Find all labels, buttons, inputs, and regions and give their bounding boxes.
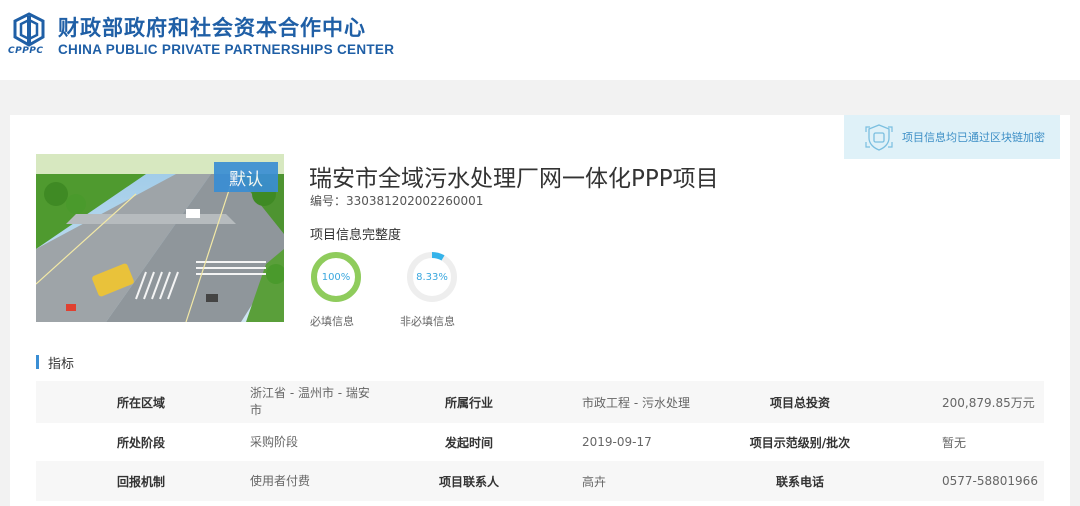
default-image-badge: 默认 [214,162,278,192]
table-value: 高卉 [582,474,607,489]
table-value: 采购阶段 [250,434,299,449]
required-completeness-caption: 必填信息 [310,315,354,328]
optional-completeness-value: 8.33% [416,271,448,283]
required-completeness-value: 100% [321,271,351,283]
indicators-table: 所在区域 浙江省 - 温州市 - 瑞安市 所属行业 市政工程 - 污水处理 项目… [36,381,1044,501]
table-value: 2019-09-17 [582,435,652,449]
table-value: 市政工程 - 污水处理 [582,395,690,410]
blockchain-banner-text: 项目信息均已通过区块链加密 [902,131,1045,144]
section-accent-bar [36,355,39,369]
table-label: 所属行业 [444,395,493,410]
table-row: 回报机制 使用者付费 项目联系人 高卉 联系电话 0577-58801966 [36,461,1044,501]
table-label: 项目示范级别/批次 [749,435,851,450]
table-row: 所在区域 浙江省 - 温州市 - 瑞安市 所属行业 市政工程 - 污水处理 项目… [36,381,1044,423]
project-code: 编号：330381202002260001 [310,194,484,208]
table-label: 联系电话 [775,474,824,489]
logo-abbreviation: CPPPC [8,46,44,56]
project-detail-card: 项目信息均已通过区块链加密 默认 瑞安市全域污水处理厂网一体化PPP项目 编号：… [10,115,1070,506]
project-title: 瑞安市全域污水处理厂网一体化PPP项目 [309,166,719,192]
table-value: 使用者付费 [250,473,311,488]
org-name-en[interactable]: CHINA PUBLIC PRIVATE PARTNERSHIPS CENTER [58,42,394,57]
blockchain-encryption-banner: 项目信息均已通过区块链加密 [844,115,1060,159]
org-name-cn[interactable]: 财政部政府和社会资本合作中心 [58,12,366,42]
site-header: CPPPC 财政部政府和社会资本合作中心 CHINA PUBLIC PRIVAT… [0,0,1080,80]
table-label: 项目联系人 [438,474,499,489]
table-value: 暂无 [942,435,967,450]
table-label: 项目总投资 [769,395,830,410]
indicators-title-text: 指标 [48,356,75,372]
table-label: 回报机制 [116,474,165,489]
optional-completeness-ring: 8.33% [405,250,459,304]
table-label: 所在区域 [116,395,165,410]
table-value: 200,879.85万元 [942,395,1035,410]
required-completeness-ring: 100% [309,250,363,304]
indicators-section-title: 指标 [36,354,75,372]
table-label: 发起时间 [444,435,493,450]
table-row: 所处阶段 采购阶段 发起时间 2019-09-17 项目示范级别/批次 暂无 [36,423,1044,461]
table-value: 0577-58801966 [942,474,1038,488]
completeness-label: 项目信息完整度 [310,228,402,243]
table-value: 浙江省 - 温州市 - 瑞安市 [250,386,370,417]
blockchain-shield-icon [864,122,894,152]
project-image[interactable]: 默认 [36,154,284,322]
table-label: 所处阶段 [116,435,165,450]
optional-completeness-caption: 非必填信息 [400,315,455,328]
